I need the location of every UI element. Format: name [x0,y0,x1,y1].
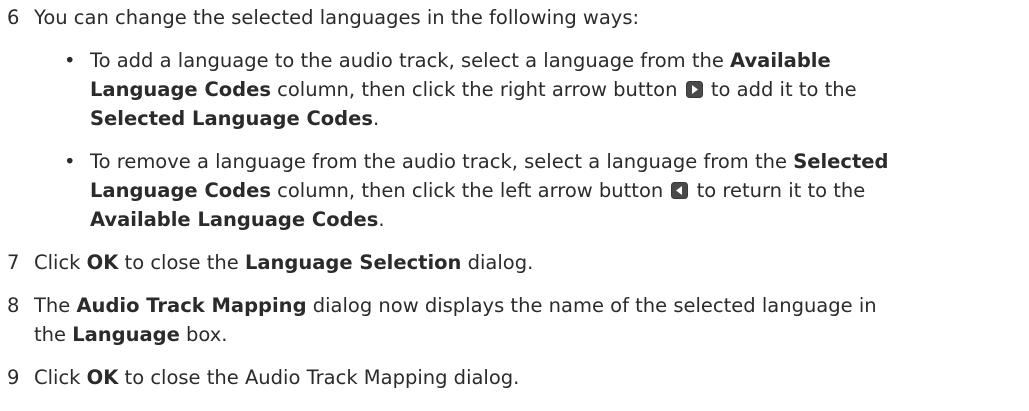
step-text: The Audio Track Mapping dialog now displ… [34,294,877,317]
bold-term: Selected [793,150,889,173]
bold-term: Language Codes [90,78,271,101]
step-number: 8 [7,294,20,317]
step-number: 9 [7,366,20,389]
bold-term: Available [730,49,831,72]
step-number: 6 [7,6,20,29]
bullet-text: To remove a language from the audio trac… [90,150,794,173]
bold-term: Language Selection [244,251,462,274]
step-text: Click OK to close the Audio Track Mappin… [34,366,520,389]
bold-term: Available Language Codes [90,208,379,231]
bullet-text: to return it to the [690,179,866,202]
bullet-text: column, then click the right arrow butto… [270,78,684,101]
bold-term: Language Codes [90,179,271,202]
bullet-text: to add it to the [704,78,857,101]
bold-term: OK [86,251,119,274]
right-arrow-button-icon [685,81,703,98]
bullet-line: Selected Language Codes. [90,104,1025,133]
document-page: 6 You can change the selected languages … [0,0,1029,411]
bullet-text: . [378,208,385,231]
bullet-line: To add a language to the audio track, se… [90,46,1025,75]
bullet-line: To remove a language from the audio trac… [90,147,1025,176]
bullet-text: column, then click the left arrow button [270,179,670,202]
bold-term: Audio Track Mapping [76,294,307,317]
bullet-line: Language Codes column, then click the le… [90,176,1025,205]
bullet-line: Language Codes column, then click the ri… [90,75,1025,104]
bullet-marker: • [64,150,76,173]
bullet-line: Available Language Codes. [90,205,1025,234]
step-text: You can change the selected languages in… [34,6,640,29]
bold-term: Language [72,323,180,346]
bullet-marker: • [64,49,76,72]
bold-term: OK [86,366,119,389]
step-text: Click OK to close the Language Selection… [34,251,534,274]
step-text: the Language box. [34,323,228,346]
bullet-text: . [372,107,380,130]
bold-term: Selected Language Codes [90,107,373,130]
left-arrow-button-icon [671,182,689,199]
bullet-text: To add a language to the audio track, se… [90,49,731,72]
step-number: 7 [7,251,20,274]
